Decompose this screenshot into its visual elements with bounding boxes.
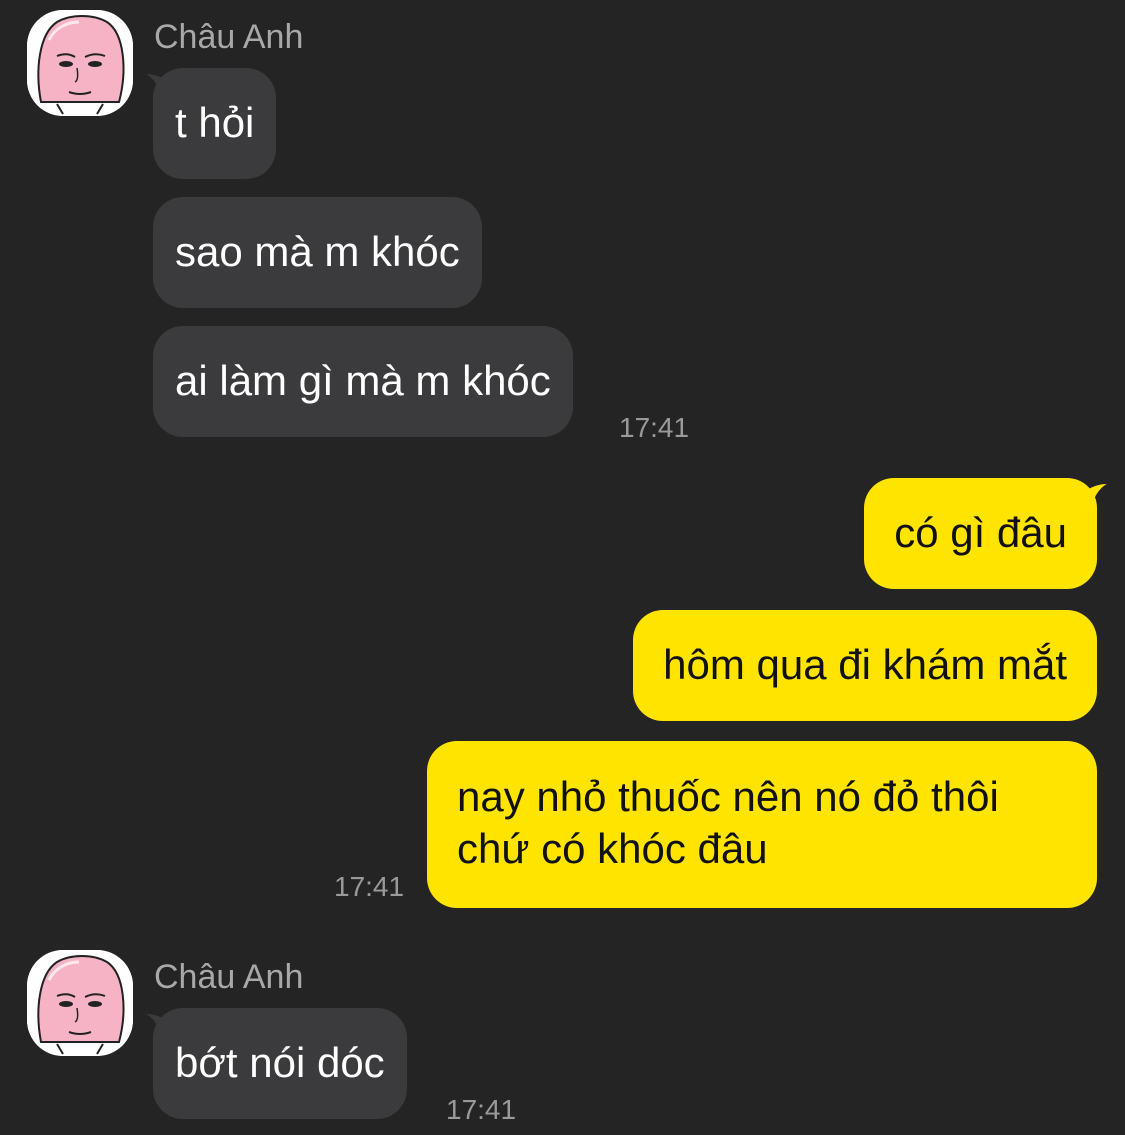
message-bubble[interactable]: ai làm gì mà m khóc (153, 326, 573, 437)
message-bubble[interactable]: t hỏi (153, 68, 277, 179)
message-bubble[interactable]: có gì đâu (864, 478, 1097, 589)
message-bubble[interactable]: hôm qua đi khám mắt (633, 610, 1097, 721)
message-bubble[interactable]: bớt nói dóc (153, 1008, 407, 1119)
avatar[interactable] (27, 950, 133, 1056)
message-timestamp: 17:41 (446, 1094, 517, 1125)
message-bubble[interactable]: nay nhỏ thuốc nên nó đỏ thôi chứ có khóc… (427, 741, 1097, 908)
bald-face-sticker-avatar-icon (27, 10, 133, 116)
sender-name: Châu Anh (154, 18, 304, 56)
bald-face-sticker-avatar-icon (27, 950, 133, 1056)
sender-name: Châu Anh (154, 958, 304, 996)
avatar[interactable] (27, 10, 133, 116)
message-bubble[interactable]: sao mà m khóc (153, 197, 482, 308)
message-timestamp: 17:41 (619, 412, 690, 443)
message-timestamp: 17:41 (334, 871, 405, 902)
